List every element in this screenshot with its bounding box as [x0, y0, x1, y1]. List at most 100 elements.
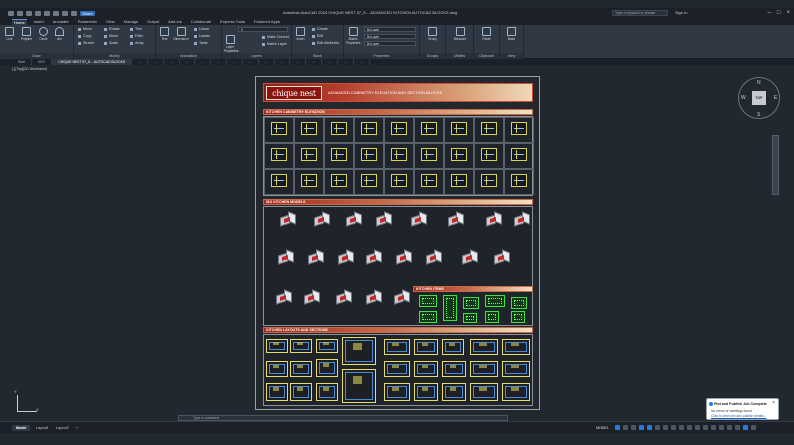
- lineweight-icon[interactable]: [662, 425, 668, 430]
- text-button[interactable]: Text: [158, 27, 171, 41]
- tab-manage[interactable]: Manage: [122, 19, 140, 24]
- app-menu-icon[interactable]: [8, 10, 14, 16]
- clean-screen-icon[interactable]: [726, 425, 732, 430]
- base-view-button[interactable]: Base: [505, 27, 518, 41]
- grid-icon[interactable]: [614, 425, 620, 430]
- new-file-icon[interactable]: [17, 10, 23, 16]
- kitchen-layout-plan: [384, 339, 410, 355]
- create-block-button[interactable]: Create: [312, 27, 328, 32]
- cabinet-elevation-block: [451, 148, 467, 161]
- viewcube-west[interactable]: W: [741, 95, 746, 101]
- osnap-icon[interactable]: [646, 425, 652, 430]
- tab-collaborate[interactable]: Collaborate: [189, 19, 213, 24]
- tab-annotate[interactable]: Annotate: [51, 19, 71, 24]
- rotate-button[interactable]: Rotate: [104, 27, 120, 32]
- selection-cycling-icon[interactable]: [678, 425, 684, 430]
- open-file-icon[interactable]: [26, 10, 32, 16]
- tab-express-tools[interactable]: Express Tools: [218, 19, 247, 24]
- annotation-scale-icon[interactable]: [686, 425, 692, 430]
- tab-parametric[interactable]: Parametric: [76, 19, 99, 24]
- tab-output[interactable]: Output: [145, 19, 161, 24]
- minimize-icon[interactable]: –: [768, 9, 771, 17]
- color-dropdown[interactable]: ByLayer: [364, 27, 416, 32]
- measure-button[interactable]: Measure: [452, 27, 468, 41]
- notification-details-link[interactable]: Click to view plot and publish details..…: [711, 414, 767, 418]
- leader-button[interactable]: Leader: [194, 34, 210, 39]
- menu-icon[interactable]: [750, 425, 756, 430]
- notification-icon[interactable]: [742, 425, 748, 430]
- edit-attributes-button[interactable]: Edit Attributes: [312, 41, 339, 46]
- dimension-button[interactable]: Dimension: [172, 27, 190, 41]
- viewcube-top-face[interactable]: TOP: [752, 91, 766, 105]
- save-as-icon[interactable]: [44, 10, 50, 16]
- linear-button[interactable]: Linear: [194, 27, 209, 32]
- tab-view[interactable]: View: [104, 19, 117, 24]
- ortho-icon[interactable]: [630, 425, 636, 430]
- copy-button[interactable]: Copy: [78, 34, 91, 39]
- tab-featured-apps[interactable]: Featured Apps: [252, 19, 282, 24]
- arc-button[interactable]: Arc: [53, 27, 66, 41]
- save-icon[interactable]: [35, 10, 41, 16]
- units-icon[interactable]: [702, 425, 708, 430]
- layer-properties-button[interactable]: Layer Properties: [224, 35, 239, 53]
- paste-button[interactable]: Paste: [480, 27, 493, 41]
- hardware-acceleration-icon[interactable]: [718, 425, 724, 430]
- viewcube-north[interactable]: N: [757, 80, 761, 86]
- linetype-dropdown[interactable]: ByLayer: [364, 34, 416, 39]
- sign-in-button[interactable]: Sign In: [675, 10, 687, 15]
- tab-insert[interactable]: Insert: [32, 19, 46, 24]
- transparency-icon[interactable]: [670, 425, 676, 430]
- plot-icon[interactable]: [53, 10, 59, 16]
- clipboard-group: Paste Clipboard: [474, 25, 500, 59]
- add-layout-button[interactable]: +: [72, 425, 82, 431]
- insert-block-button[interactable]: Insert: [294, 27, 307, 41]
- viewport-controls-label[interactable]: [-][Top][2D Wireframe]: [12, 67, 47, 71]
- kitchen-item-block: [511, 297, 527, 309]
- polyline-button[interactable]: Polyline: [19, 27, 34, 41]
- trim-button[interactable]: Trim: [130, 27, 142, 32]
- close-icon[interactable]: ×: [786, 9, 790, 17]
- make-current-button[interactable]: Make Current: [262, 35, 289, 40]
- scale-button[interactable]: Scale: [104, 41, 118, 46]
- table-button[interactable]: Table: [194, 41, 208, 46]
- layout-tab-layout1[interactable]: Layout1: [32, 425, 53, 431]
- fillet-button[interactable]: Fillet: [130, 34, 143, 39]
- layout-tab-layout2[interactable]: Layout2: [52, 425, 73, 431]
- array-button[interactable]: Array: [130, 41, 144, 46]
- model-space-toggle[interactable]: MODEL: [596, 426, 609, 430]
- layout-tab-model[interactable]: Model: [12, 425, 31, 431]
- stretch-button[interactable]: Stretch: [78, 41, 94, 46]
- match-layer-button[interactable]: Match Layer: [262, 42, 287, 47]
- viewcube-east[interactable]: E: [774, 95, 777, 101]
- search-input[interactable]: Type a keyword or phrase: [612, 10, 668, 16]
- move-button[interactable]: Move: [78, 27, 92, 32]
- polar-icon[interactable]: [638, 425, 644, 430]
- close-icon[interactable]: ×: [772, 400, 775, 406]
- isolate-objects-icon[interactable]: [710, 425, 716, 430]
- viewcube[interactable]: TOP N S E W: [738, 77, 780, 119]
- viewcube-south[interactable]: S: [757, 112, 760, 118]
- edit-block-button[interactable]: Edit: [312, 34, 323, 39]
- workspace-gear-icon[interactable]: [694, 425, 700, 430]
- navigation-bar[interactable]: [772, 135, 779, 195]
- quick-access-toolbar: Share: [0, 10, 95, 16]
- tab-add-ins[interactable]: Add-ins: [166, 19, 184, 24]
- lineweight-dropdown[interactable]: ByLayer: [364, 41, 416, 46]
- share-button[interactable]: Share: [80, 10, 95, 16]
- match-properties-button[interactable]: Match Properties: [346, 27, 361, 45]
- undo-icon[interactable]: [62, 10, 68, 16]
- mirror-button[interactable]: Mirror: [104, 34, 118, 39]
- tab-home[interactable]: Home: [12, 18, 27, 25]
- ucs-y-axis: [17, 395, 18, 412]
- layer-dropdown[interactable]: 0: [238, 27, 288, 32]
- cabinet-elevation-block: [451, 174, 467, 187]
- line-button[interactable]: Line: [3, 27, 16, 41]
- circle-button[interactable]: Circle: [37, 27, 50, 41]
- otrack-icon[interactable]: [654, 425, 660, 430]
- redo-icon[interactable]: [71, 10, 77, 16]
- snap-icon[interactable]: [622, 425, 628, 430]
- customization-icon[interactable]: [734, 425, 740, 430]
- group-button[interactable]: Group: [426, 27, 439, 41]
- drawing-viewport[interactable]: [-][Top][2D Wireframe] chique nest ADVAN…: [0, 65, 794, 421]
- maximize-icon[interactable]: □: [777, 9, 781, 17]
